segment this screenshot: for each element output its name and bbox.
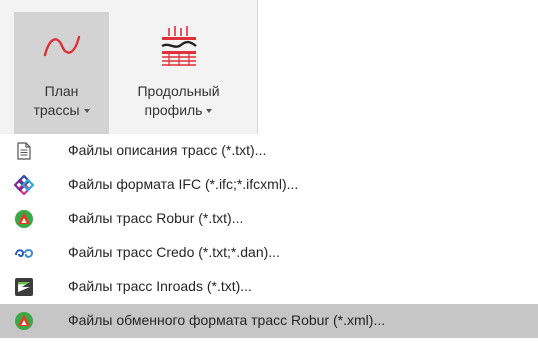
menu-item-label: Файлы описания трасс (*.txt)... — [68, 142, 267, 158]
inroads-logo-icon — [15, 278, 33, 296]
route-curve-icon — [43, 35, 80, 57]
longitudinal-profile-label-line1: Продольный — [137, 83, 220, 99]
menu-item-label: Файлы трасс Robur (*.txt)... — [68, 210, 244, 226]
longitudinal-profile-label-line2: профиль — [116, 101, 241, 120]
application-window: План трассы Продольный профиль Файлы опи… — [0, 0, 538, 351]
ifc-logo-icon — [14, 175, 34, 195]
menu-item-credo-files[interactable]: Файлы трасс Credo (*.txt;*.dan)... — [0, 236, 538, 270]
route-plan-label-line1: План — [44, 83, 79, 99]
menu-item-label: Файлы обменного формата трасс Robur (*.x… — [68, 312, 386, 328]
menu-item-robur-txt-files[interactable]: Файлы трасс Robur (*.txt)... — [0, 202, 538, 236]
route-plan-label-line2: трассы — [14, 101, 109, 120]
route-plan-label: План трассы — [14, 82, 109, 120]
longitudinal-profile-label-text: профиль — [144, 102, 203, 118]
menu-item-label: Файлы формата IFC (*.ifc;*.ifcxml)... — [68, 176, 299, 192]
menu-item-inroads-files[interactable]: Файлы трасс Inroads (*.txt)... — [0, 270, 538, 304]
longitudinal-profile-label: Продольный профиль — [116, 82, 241, 120]
text-file-icon — [17, 142, 31, 160]
menu-item-ifc-files[interactable]: Файлы формата IFC (*.ifc;*.ifcxml)... — [0, 168, 538, 202]
longitudinal-profile-icon — [160, 26, 197, 66]
credo-logo-icon — [15, 249, 34, 258]
route-plan-button[interactable]: План трассы — [14, 12, 109, 134]
ribbon-panel: План трассы Продольный профиль — [0, 0, 258, 134]
robur-logo-icon — [15, 312, 33, 330]
route-plan-label-text: трассы — [33, 102, 80, 118]
chevron-down-icon — [206, 109, 213, 114]
import-dropdown-menu: Файлы описания трасс (*.txt)... Файлы фо… — [0, 134, 538, 351]
menu-item-label: Файлы трасс Inroads (*.txt)... — [68, 278, 252, 294]
menu-item-route-description-files[interactable]: Файлы описания трасс (*.txt)... — [0, 134, 538, 168]
robur-logo-icon — [15, 210, 33, 228]
menu-item-label: Файлы трасс Credo (*.txt;*.dan)... — [68, 244, 280, 260]
chevron-down-icon — [83, 109, 90, 114]
menu-item-robur-xml-files[interactable]: Файлы обменного формата трасс Robur (*.x… — [0, 304, 538, 338]
longitudinal-profile-button[interactable]: Продольный профиль — [116, 12, 241, 134]
